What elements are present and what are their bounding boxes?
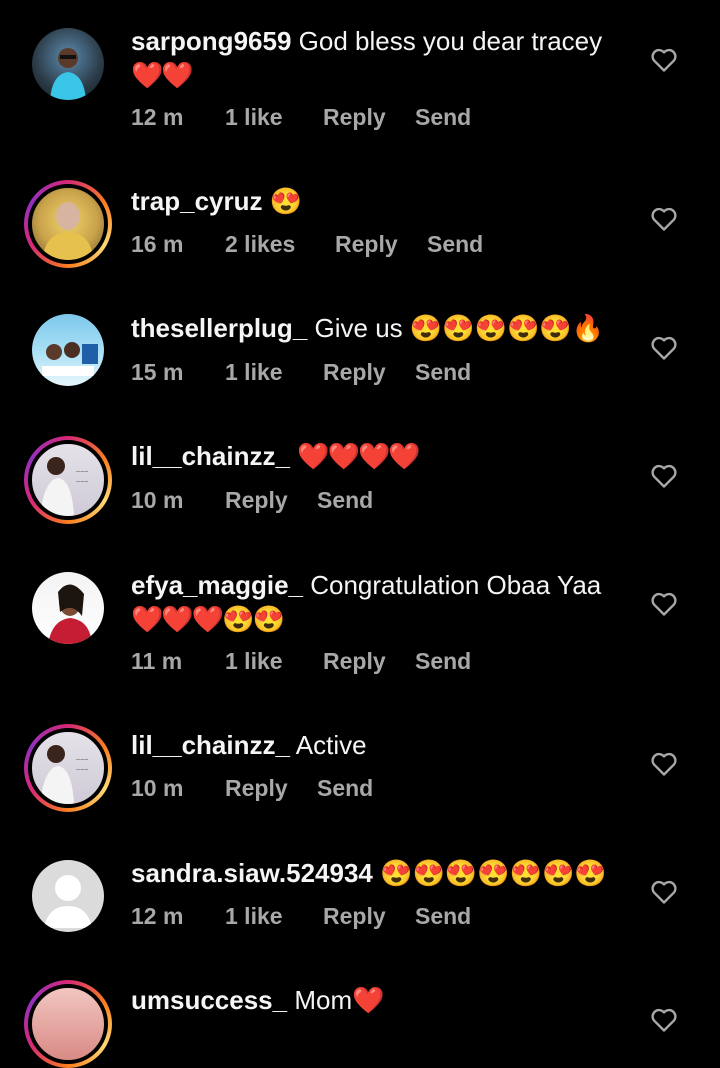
comment-body: Active: [295, 730, 367, 760]
reply-button[interactable]: Reply: [225, 775, 288, 802]
reply-button[interactable]: Reply: [323, 104, 386, 131]
reply-button[interactable]: Reply: [323, 359, 386, 386]
send-button[interactable]: Send: [415, 903, 471, 930]
comment-body: Congratulation Obaa Yaa: [310, 570, 602, 600]
comment-text: lil__chainzz_ ❤️❤️❤️❤️: [131, 439, 631, 473]
comment-emoji: ❤️❤️❤️😍😍: [131, 604, 285, 634]
reply-button[interactable]: Reply: [323, 648, 386, 675]
heart-outline-icon[interactable]: [650, 751, 678, 777]
comment-time: 11 m: [131, 648, 183, 674]
comment-likes[interactable]: 1 like: [225, 648, 283, 675]
comment-time: 10 m: [131, 487, 184, 513]
avatar[interactable]: [32, 314, 104, 386]
send-button[interactable]: Send: [415, 104, 471, 131]
comment-emoji: 😍😍😍😍😍😍😍: [380, 858, 607, 888]
comment-emoji: ❤️: [352, 985, 384, 1015]
comment-emoji: 😍😍😍😍😍🔥: [409, 313, 605, 343]
comment-likes[interactable]: 1 like: [225, 104, 283, 131]
svg-text:~~~: ~~~: [76, 479, 88, 486]
comment-time: 15 m: [131, 359, 184, 385]
comment-text: thesellerplug_ Give us 😍😍😍😍😍🔥: [131, 311, 631, 345]
svg-text:~~~: ~~~: [76, 757, 88, 764]
comment-username[interactable]: lil__chainzz_: [131, 441, 290, 471]
comment-likes[interactable]: 1 like: [225, 903, 283, 930]
heart-outline-icon[interactable]: [650, 1007, 678, 1033]
heart-outline-icon[interactable]: [650, 206, 678, 232]
svg-text:~~~: ~~~: [76, 469, 88, 476]
comment-time: 12 m: [131, 903, 184, 929]
comment-body: Give us: [314, 313, 403, 343]
avatar[interactable]: [24, 980, 112, 1068]
reply-button[interactable]: Reply: [225, 487, 288, 514]
comment-username[interactable]: efya_maggie_: [131, 570, 303, 600]
comment-username[interactable]: thesellerplug_: [131, 313, 307, 343]
avatar[interactable]: [32, 860, 104, 932]
avatar[interactable]: ~~~ ~~~: [24, 436, 112, 524]
comment-likes[interactable]: 2 likes: [225, 231, 295, 258]
comment-text: sarpong9659 God bless you dear tracey ❤️…: [131, 24, 631, 92]
comment-emoji: ❤️❤️❤️❤️: [297, 441, 420, 471]
comment-time: 12 m: [131, 104, 184, 130]
comment-username[interactable]: lil__chainzz_: [131, 730, 290, 760]
comment-time: 10 m: [131, 775, 184, 801]
avatar[interactable]: [24, 180, 112, 268]
send-button[interactable]: Send: [415, 648, 471, 675]
heart-outline-icon[interactable]: [650, 879, 678, 905]
heart-outline-icon[interactable]: [650, 463, 678, 489]
heart-outline-icon[interactable]: [650, 47, 678, 73]
reply-button[interactable]: Reply: [323, 903, 386, 930]
comment-time: 16 m: [131, 231, 184, 257]
comment-username[interactable]: sarpong9659: [131, 26, 291, 56]
comment-username[interactable]: sandra.siaw.524934: [131, 858, 373, 888]
heart-outline-icon[interactable]: [650, 591, 678, 617]
comment-text: umsuccess_ Mom❤️: [131, 983, 631, 1017]
svg-text:~~~: ~~~: [76, 767, 88, 774]
comment-text: efya_maggie_ Congratulation Obaa Yaa ❤️❤…: [131, 568, 631, 636]
avatar[interactable]: [32, 572, 104, 644]
comment-text: sandra.siaw.524934 😍😍😍😍😍😍😍: [131, 856, 631, 890]
send-button[interactable]: Send: [427, 231, 483, 258]
reply-button[interactable]: Reply: [335, 231, 398, 258]
send-button[interactable]: Send: [317, 487, 373, 514]
comment-emoji: ❤️❤️: [131, 60, 194, 90]
avatar[interactable]: ~~~ ~~~: [24, 724, 112, 812]
comment-body: God bless you dear tracey: [298, 26, 603, 56]
comment-emoji: 😍: [269, 186, 303, 216]
comment-likes[interactable]: 1 like: [225, 359, 283, 386]
comment-text: trap_cyruz 😍: [131, 184, 631, 218]
send-button[interactable]: Send: [317, 775, 373, 802]
comment-text: lil__chainzz_ Active: [131, 728, 631, 762]
comment-body: Mom: [294, 985, 353, 1015]
avatar[interactable]: [32, 28, 104, 100]
comment-username[interactable]: umsuccess_: [131, 985, 287, 1015]
comment-username[interactable]: trap_cyruz: [131, 186, 263, 216]
send-button[interactable]: Send: [415, 359, 471, 386]
heart-outline-icon[interactable]: [650, 335, 678, 361]
